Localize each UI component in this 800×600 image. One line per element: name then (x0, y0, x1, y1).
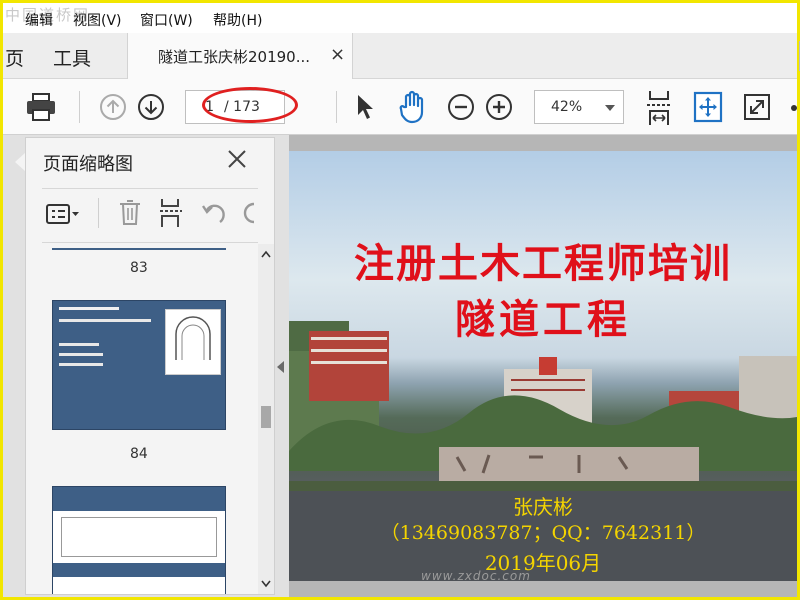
scrollbar-thumb[interactable] (261, 406, 271, 428)
thumbnail-list: 83 84 (26, 244, 258, 594)
thumb-text-line (59, 307, 119, 310)
page-up-icon[interactable] (99, 93, 127, 121)
hand-icon[interactable] (397, 90, 429, 124)
panel-title: 页面缩略图 (43, 154, 133, 175)
thumbnail-page[interactable] (52, 248, 226, 250)
more-tools-icon[interactable] (791, 105, 797, 111)
thumb-text-line (59, 319, 151, 322)
page-count-highlight (202, 87, 298, 123)
options-icon[interactable] (46, 202, 80, 230)
redo-icon[interactable] (240, 200, 258, 230)
document-view[interactable]: 注册土木工程师培训 隧道工程 张庆彬 （13469083787；QQ：76423… (289, 135, 797, 597)
scroll-down-icon[interactable] (261, 580, 271, 588)
chevron-down-icon (605, 105, 615, 111)
page-down-icon[interactable] (137, 93, 165, 121)
menu-window[interactable]: 窗口(W) (140, 10, 193, 30)
undo-icon[interactable] (200, 200, 228, 230)
close-panel-icon[interactable] (226, 148, 248, 170)
slide-date: 2019年06月 (484, 551, 602, 575)
zoom-value: 42% (551, 99, 583, 115)
zoom-in-icon[interactable] (485, 93, 513, 121)
thumb-table (61, 517, 217, 557)
scroll-up-icon[interactable] (261, 250, 271, 258)
extract-pages-icon[interactable] (158, 198, 184, 232)
fit-page-icon[interactable] (645, 89, 673, 127)
toolbar-separator (79, 91, 80, 123)
menu-edit[interactable]: 编辑 (25, 10, 53, 30)
site-watermark: www.zxdoc.com (421, 569, 531, 583)
tab-tools[interactable]: 工具 (53, 44, 91, 71)
delete-icon[interactable] (118, 198, 142, 230)
page-thumbnails-panel: 页面缩略图 83 84 (25, 137, 275, 595)
panel-divider (42, 242, 258, 243)
menu-help[interactable]: 帮助(H) (213, 10, 262, 30)
zoom-select[interactable]: 42% (534, 90, 624, 124)
panel-pointer (15, 153, 25, 171)
toolbar-separator (336, 91, 337, 123)
scroll-mode-icon[interactable] (693, 91, 723, 123)
thumbnail-page[interactable] (52, 486, 226, 594)
collapse-panel-icon[interactable] (277, 361, 284, 373)
close-tab-icon[interactable]: × (330, 44, 345, 65)
document-tab-title: 隧道工张庆彬20190... (158, 48, 311, 66)
thumb-text-line (59, 343, 99, 346)
thumb-header-band (53, 487, 225, 501)
thumbnail-page-number: 84 (130, 446, 148, 462)
thumbnail-scrollbar[interactable] (258, 244, 274, 594)
slide-author: 张庆彬 (513, 495, 573, 519)
tab-home[interactable]: 页 (5, 44, 24, 71)
slide-title-line-2: 隧道工程 (455, 296, 631, 343)
menu-view[interactable]: 视图(V) (73, 10, 122, 30)
menu-bar: 中国道桥网 编辑 视图(V) 窗口(W) 帮助(H) (3, 3, 797, 33)
tab-document[interactable]: 隧道工张庆彬20190... × (127, 33, 353, 79)
thumb-header-band (53, 563, 225, 577)
fullscreen-icon[interactable] (743, 93, 771, 121)
slide-contact: （13469083787；QQ：7642311） (380, 522, 706, 544)
toolbar: / 173 42% (3, 79, 797, 135)
panel-divider (42, 188, 258, 189)
thumb-text-line (59, 353, 103, 356)
slide-page: 注册土木工程师培训 隧道工程 张庆彬 （13469083787；QQ：76423… (289, 151, 797, 581)
panel-tool-separator (98, 198, 99, 228)
thumb-text-line (59, 363, 103, 366)
slide-title-line-1: 注册土木工程师培训 (354, 240, 732, 287)
thumb-header-band (53, 501, 225, 511)
select-cursor-icon[interactable] (355, 93, 375, 121)
thumb-diagram (165, 309, 221, 375)
print-icon[interactable] (25, 92, 57, 122)
zoom-out-icon[interactable] (447, 93, 475, 121)
thumbnail-page-number: 83 (130, 260, 148, 276)
thumbnail-page[interactable] (52, 300, 226, 430)
tab-bar: 页 工具 隧道工张庆彬20190... × (3, 33, 800, 79)
